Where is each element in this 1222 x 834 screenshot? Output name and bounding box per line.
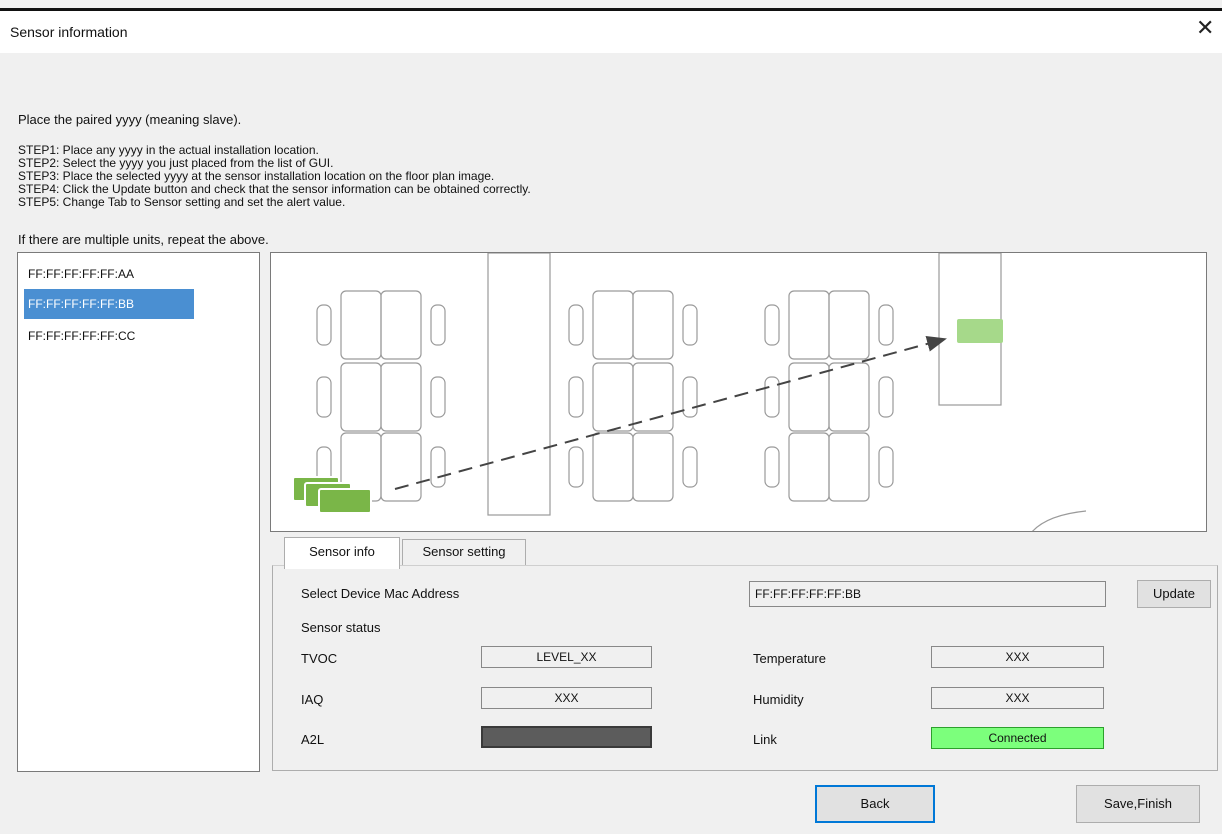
back-button[interactable]: Back: [815, 785, 935, 823]
mac-address-label: Select Device Mac Address: [301, 586, 460, 601]
device-list-item[interactable]: FF:FF:FF:FF:FF:CC: [24, 321, 194, 351]
furniture-layout: [316, 253, 1087, 531]
iaq-label: IAQ: [301, 692, 324, 707]
sensor-info-panel: Select Device Mac Address FF:FF:FF:FF:FF…: [272, 565, 1218, 771]
device-list-item[interactable]: FF:FF:FF:FF:FF:AA: [24, 259, 194, 289]
placed-sensor-icon[interactable]: [957, 319, 1003, 343]
steps-list: STEP1: Place any yyyy in the actual inst…: [18, 144, 531, 209]
step-5-text: STEP5: Change Tab to Sensor setting and …: [18, 195, 346, 209]
sensor-status-label: Sensor status: [301, 620, 381, 635]
iaq-value: XXX: [481, 687, 652, 709]
tab-sensor-setting[interactable]: Sensor setting: [402, 539, 526, 565]
save-finish-button[interactable]: Save,Finish: [1076, 785, 1200, 823]
device-list[interactable]: FF:FF:FF:FF:FF:AA FF:FF:FF:FF:FF:BB FF:F…: [17, 252, 260, 772]
temperature-value: XXX: [931, 646, 1104, 668]
a2l-label: A2L: [301, 732, 325, 747]
close-icon[interactable]: ✕: [1196, 17, 1214, 39]
device-list-item-selected[interactable]: FF:FF:FF:FF:FF:BB: [24, 289, 194, 319]
humidity-label: Humidity: [753, 692, 804, 707]
floor-plan[interactable]: [270, 252, 1207, 532]
placement-arrow: [394, 336, 947, 490]
sensor-stack-icon[interactable]: [292, 476, 372, 514]
intro-text: Place the paired yyyy (meaning slave).: [18, 112, 242, 127]
link-status: Connected: [931, 727, 1104, 749]
mac-address-field[interactable]: FF:FF:FF:FF:FF:BB: [749, 581, 1106, 607]
tvoc-label: TVOC: [301, 651, 338, 666]
title-bar: [0, 11, 1222, 53]
temperature-label: Temperature: [753, 651, 826, 666]
update-button[interactable]: Update: [1137, 580, 1211, 608]
humidity-value: XXX: [931, 687, 1104, 709]
repeat-note: If there are multiple units, repeat the …: [18, 232, 269, 247]
link-label: Link: [753, 732, 777, 747]
window-title: Sensor information: [10, 24, 128, 40]
a2l-indicator: [481, 726, 652, 748]
tab-control: Sensor info Sensor setting Select Device…: [272, 532, 1218, 772]
tvoc-value: LEVEL_XX: [481, 646, 652, 668]
floor-plan-image: [292, 253, 1087, 531]
tab-sensor-info[interactable]: Sensor info: [284, 537, 400, 569]
